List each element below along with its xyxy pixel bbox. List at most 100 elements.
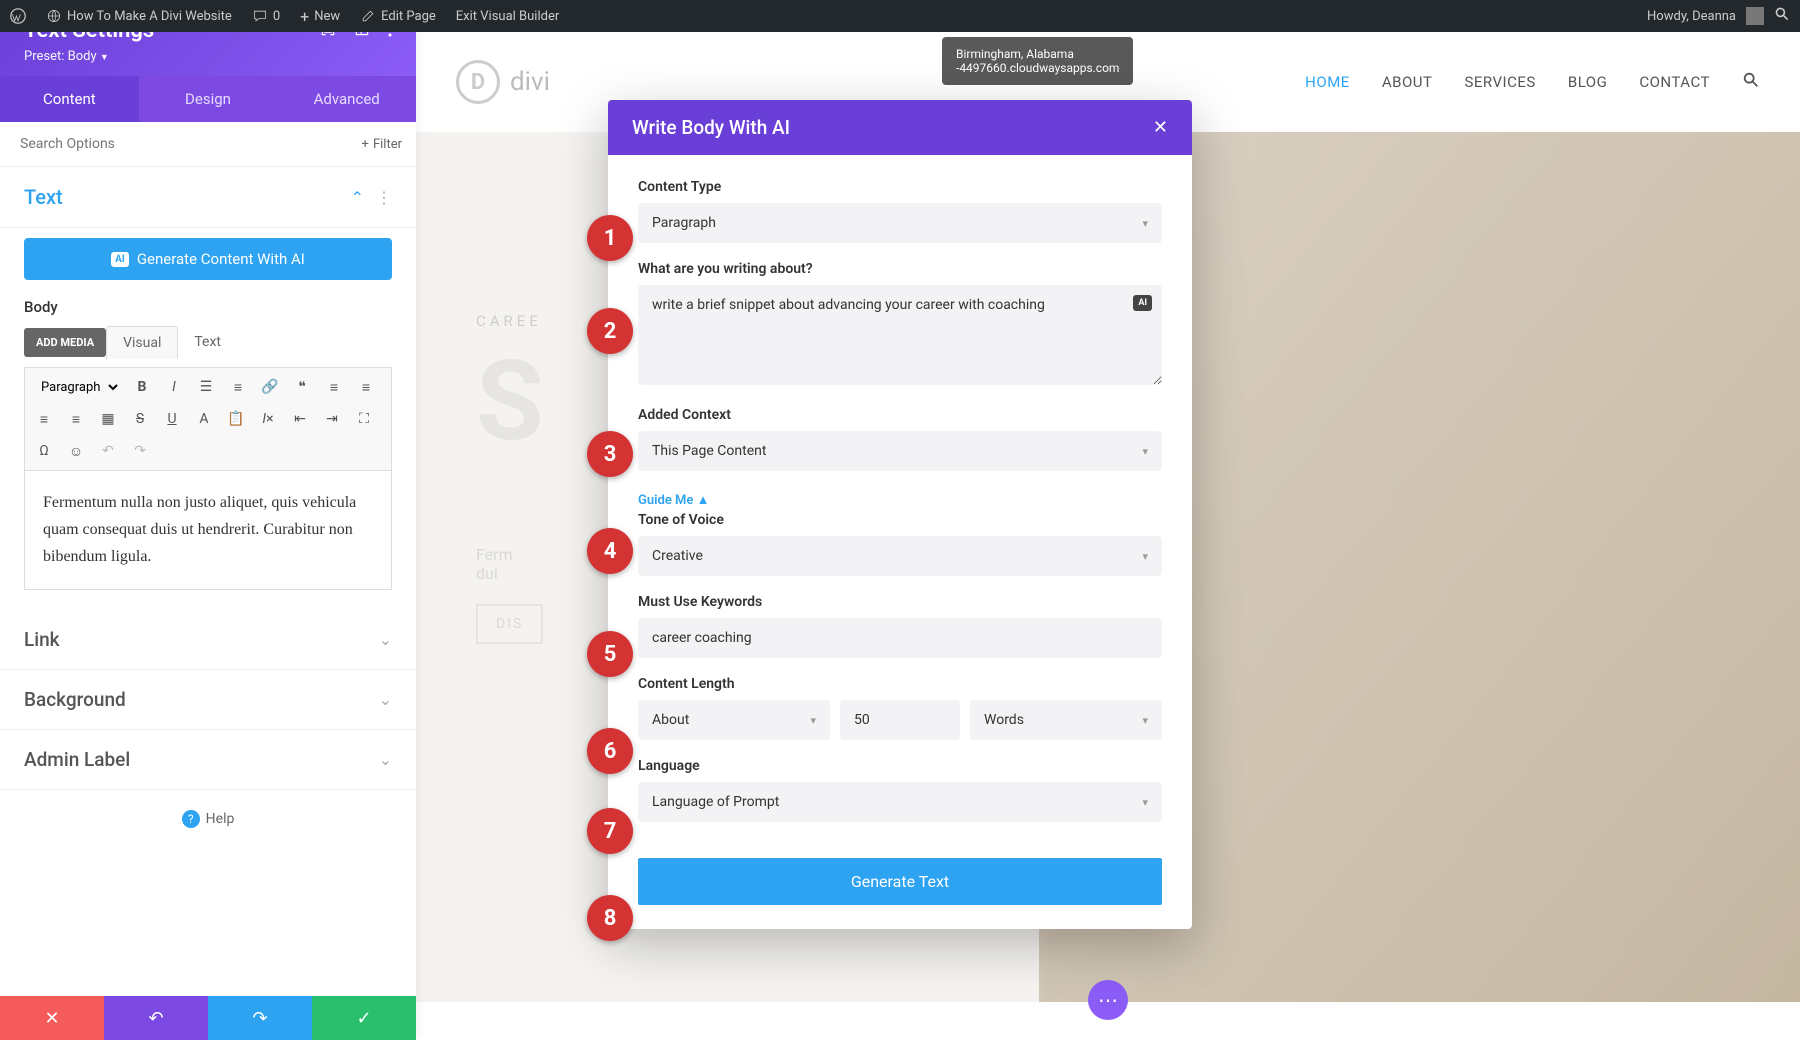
- accordion-text[interactable]: Text ⌃⋮: [0, 167, 416, 228]
- search-input[interactable]: [0, 122, 348, 166]
- outdent-icon[interactable]: ⇤: [289, 408, 311, 430]
- tab-advanced[interactable]: Advanced: [277, 76, 416, 122]
- italic-icon[interactable]: I: [163, 376, 185, 398]
- text-panel: AI Generate Content With AI Body ADD MED…: [0, 228, 416, 610]
- quote-icon[interactable]: ❝: [291, 376, 313, 398]
- redo-icon[interactable]: ↷: [129, 440, 151, 462]
- align-left-icon[interactable]: ≡: [323, 376, 345, 398]
- language-select[interactable]: Language of Prompt▾: [638, 782, 1162, 822]
- tab-content[interactable]: Content: [0, 76, 139, 122]
- annotation-badge-6: 6: [587, 728, 633, 774]
- new-link[interactable]: +New: [290, 7, 350, 26]
- ol-icon[interactable]: ≡: [227, 376, 249, 398]
- annotation-badge-4: 4: [587, 528, 633, 574]
- avatar-icon[interactable]: [1746, 7, 1764, 25]
- accordion-link[interactable]: Link⌄: [0, 610, 416, 670]
- about-textarea[interactable]: [638, 285, 1162, 385]
- undo-icon[interactable]: ↶: [97, 440, 119, 462]
- help-icon: ?: [182, 810, 200, 828]
- bold-icon[interactable]: B: [131, 376, 153, 398]
- chevron-down-icon: ⌄: [379, 630, 392, 649]
- undo-button[interactable]: ↶: [104, 996, 208, 1040]
- help-link[interactable]: ?Help: [0, 790, 416, 848]
- chevron-down-icon: ⌄: [379, 750, 392, 769]
- emoji-icon[interactable]: ☺: [65, 440, 87, 462]
- nav-services[interactable]: SERVICES: [1464, 73, 1535, 91]
- indent-icon[interactable]: ⇥: [321, 408, 343, 430]
- annotation-badge-3: 3: [587, 431, 633, 477]
- nav-about[interactable]: ABOUT: [1382, 73, 1433, 91]
- site-logo[interactable]: D divi: [456, 60, 550, 104]
- generate-content-button[interactable]: AI Generate Content With AI: [24, 238, 392, 280]
- accordion-admin-label[interactable]: Admin Label⌄: [0, 730, 416, 790]
- link-icon[interactable]: 🔗: [259, 376, 281, 398]
- comments-link[interactable]: 0: [242, 8, 290, 24]
- howdy-user[interactable]: Howdy, Deanna: [1647, 9, 1736, 24]
- logo-mark-icon: D: [456, 60, 500, 104]
- ai-modal: Write Body With AI ✕ Content Type Paragr…: [608, 100, 1192, 929]
- cancel-button[interactable]: ✕: [0, 996, 104, 1040]
- save-button[interactable]: ✓: [312, 996, 416, 1040]
- chevron-up-icon: ⌃: [351, 188, 364, 207]
- editor-content[interactable]: Fermentum nulla non justo aliquet, quis …: [24, 471, 392, 590]
- ul-icon[interactable]: ☰: [195, 376, 217, 398]
- generate-text-button[interactable]: Generate Text: [638, 858, 1162, 905]
- preset-selector[interactable]: Preset: Body ▼: [24, 49, 392, 64]
- ai-badge-icon: AI: [111, 252, 129, 267]
- editor-tab-text[interactable]: Text: [178, 326, 237, 359]
- length-unit-select[interactable]: Words▾: [970, 700, 1162, 740]
- content-type-select[interactable]: Paragraph▾: [638, 203, 1162, 243]
- select-caret-icon: ▾: [1142, 445, 1148, 458]
- hero-eyebrow: CAREE: [476, 312, 544, 330]
- table-icon[interactable]: ▦: [97, 408, 119, 430]
- filter-button[interactable]: +Filter: [348, 127, 416, 162]
- tone-select[interactable]: Creative▾: [638, 536, 1162, 576]
- fab-menu-button[interactable]: ⋯: [1088, 980, 1128, 1020]
- annotation-badge-8: 8: [587, 895, 633, 941]
- fullscreen-icon[interactable]: ⛶: [353, 408, 375, 430]
- align-right-icon[interactable]: ≡: [33, 408, 55, 430]
- ai-tag-icon[interactable]: AI: [1133, 295, 1152, 311]
- nav-contact[interactable]: CONTACT: [1639, 73, 1710, 91]
- exit-vb-link[interactable]: Exit Visual Builder: [446, 9, 569, 24]
- editor-tab-visual[interactable]: Visual: [106, 326, 178, 359]
- guide-me-link[interactable]: Guide Me ▲: [638, 492, 710, 508]
- redo-button[interactable]: ↷: [208, 996, 312, 1040]
- length-label: Content Length: [638, 676, 1162, 692]
- select-caret-icon: ▾: [1142, 550, 1148, 563]
- clear-format-icon[interactable]: I×: [257, 408, 279, 430]
- search-row: +Filter: [0, 122, 416, 167]
- hero-button[interactable]: DIS: [476, 604, 543, 644]
- strike-icon[interactable]: S: [129, 408, 151, 430]
- length-approx-select[interactable]: About▾: [638, 700, 830, 740]
- accordion-background[interactable]: Background⌄: [0, 670, 416, 730]
- underline-icon[interactable]: U: [161, 408, 183, 430]
- annotation-badge-7: 7: [587, 808, 633, 854]
- chevron-down-icon: ⌄: [379, 690, 392, 709]
- wp-admin-bar: How To Make A Divi Website 0 +New Edit P…: [0, 0, 1800, 32]
- align-center-icon[interactable]: ≡: [355, 376, 377, 398]
- search-icon[interactable]: [1742, 71, 1760, 93]
- kebab-icon[interactable]: ⋮: [376, 188, 392, 207]
- content-type-label: Content Type: [638, 179, 1162, 195]
- nav-blog[interactable]: BLOG: [1568, 73, 1608, 91]
- edit-page-link[interactable]: Edit Page: [350, 8, 446, 24]
- paste-icon[interactable]: 📋: [225, 408, 247, 430]
- search-icon[interactable]: [1774, 6, 1790, 26]
- modal-header: Write Body With AI ✕: [608, 100, 1192, 155]
- keywords-input[interactable]: [638, 618, 1162, 658]
- text-color-icon[interactable]: A: [193, 408, 215, 430]
- site-name-link[interactable]: How To Make A Divi Website: [36, 8, 242, 24]
- add-media-button[interactable]: ADD MEDIA: [24, 328, 106, 357]
- nav-home[interactable]: HOME: [1305, 73, 1350, 91]
- close-icon[interactable]: ✕: [1153, 117, 1168, 138]
- format-select[interactable]: Paragraph: [33, 377, 121, 398]
- length-number-input[interactable]: [840, 700, 960, 740]
- align-justify-icon[interactable]: ≡: [65, 408, 87, 430]
- language-label: Language: [638, 758, 1162, 774]
- omega-icon[interactable]: Ω: [33, 440, 55, 462]
- context-select[interactable]: This Page Content▾: [638, 431, 1162, 471]
- wp-logo-icon[interactable]: [0, 8, 36, 24]
- tone-label: Tone of Voice: [638, 512, 1162, 528]
- tab-design[interactable]: Design: [139, 76, 278, 122]
